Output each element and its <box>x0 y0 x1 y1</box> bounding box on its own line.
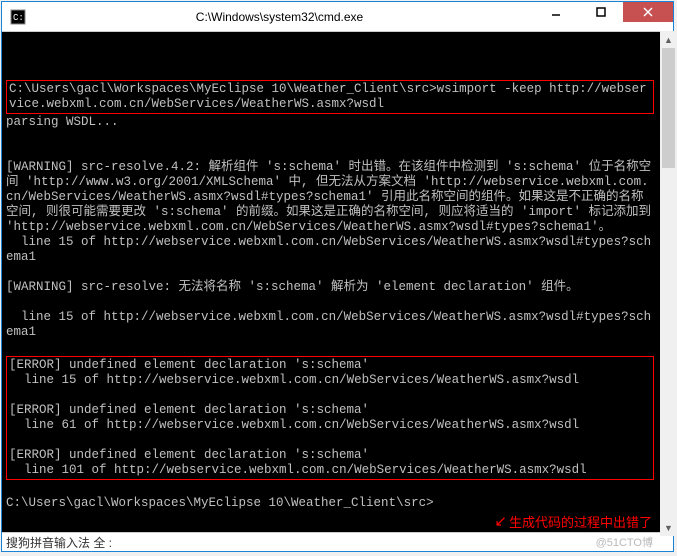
maximize-button[interactable] <box>578 2 623 22</box>
vertical-scrollbar[interactable]: ▲ ▼ <box>660 31 677 536</box>
scroll-track[interactable] <box>660 48 677 519</box>
console-text: line 15 of http://webservice.webxml.com.… <box>9 373 579 387</box>
minimize-button[interactable] <box>533 2 578 22</box>
window-title: C:\Windows\system32\cmd.exe <box>26 10 533 24</box>
console-text: [ERROR] undefined element declaration 's… <box>9 448 369 462</box>
titlebar[interactable]: C: C:\Windows\system32\cmd.exe <box>2 2 673 32</box>
console-text: [WARNING] src-resolve: 无法将名称 's:schema' … <box>6 280 579 294</box>
console-text: C:\Users\gacl\Workspaces\MyEclipse 10\We… <box>9 82 647 111</box>
console-text: line 101 of http://webservice.webxml.com… <box>9 463 587 477</box>
scroll-down-button[interactable]: ▼ <box>660 519 677 536</box>
scroll-up-button[interactable]: ▲ <box>660 31 677 48</box>
cmd-window: C: C:\Windows\system32\cmd.exe C:\Users\… <box>1 1 674 552</box>
console-text: [WARNING] src-resolve.4.2: 解析组件 's:schem… <box>6 160 659 234</box>
cmd-highlight-box: C:\Users\gacl\Workspaces\MyEclipse 10\We… <box>6 80 654 114</box>
annotation-text: 生成代码的过程中出错了 <box>509 512 652 531</box>
arrow-icon: ↙ <box>494 512 507 531</box>
console-prompt: C:\Users\gacl\Workspaces\MyEclipse 10\We… <box>6 496 434 510</box>
close-button[interactable] <box>623 2 673 22</box>
ime-text: 搜狗拼音输入法 全 : <box>6 534 112 551</box>
window-controls <box>533 2 673 31</box>
console-text: line 61 of http://webservice.webxml.com.… <box>9 418 579 432</box>
scroll-thumb[interactable] <box>662 48 675 168</box>
console-text: [ERROR] undefined element declaration 's… <box>9 403 369 417</box>
ime-status-bar: 搜狗拼音输入法 全 : <box>2 532 673 551</box>
console-output[interactable]: C:\Users\gacl\Workspaces\MyEclipse 10\We… <box>2 32 673 532</box>
svg-text:C:: C: <box>13 13 24 23</box>
watermark-text: @51CTO博 <box>596 534 653 550</box>
console-text: [ERROR] undefined element declaration 's… <box>9 358 369 372</box>
error-highlight-box: [ERROR] undefined element declaration 's… <box>6 356 654 480</box>
console-text: line 15 of http://webservice.webxml.com.… <box>6 235 651 264</box>
cmd-icon: C: <box>10 9 26 25</box>
annotation-callout: ↙ 生成代码的过程中出错了 <box>494 512 652 531</box>
console-text: line 15 of http://webservice.webxml.com.… <box>6 310 651 339</box>
console-text: parsing WSDL... <box>6 115 119 129</box>
